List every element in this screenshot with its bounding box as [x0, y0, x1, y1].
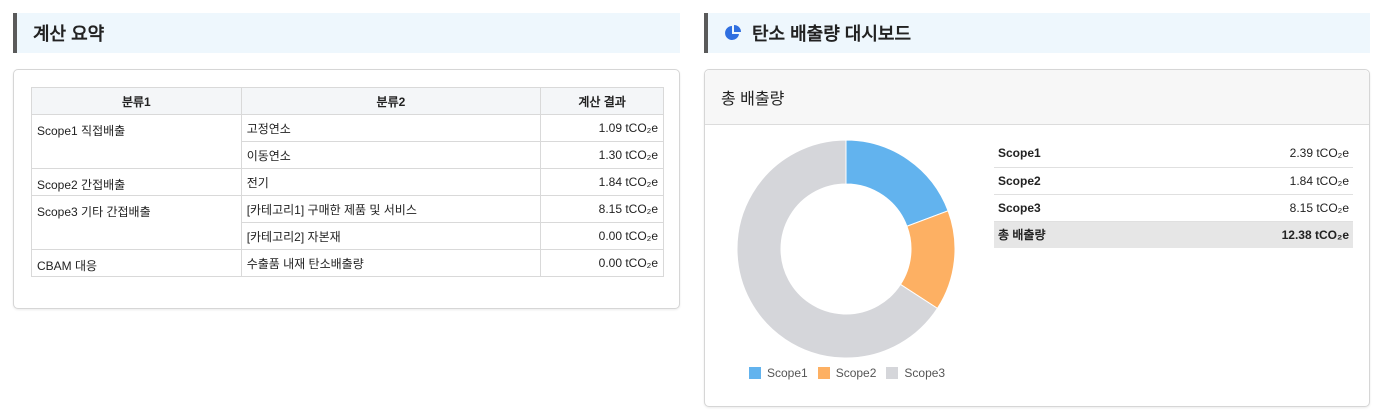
column-header-result: 계산 결과: [540, 87, 664, 115]
table-cell-cat2: 이동연소: [240, 141, 542, 169]
table-cell-cat1: CBAM 대응: [31, 249, 242, 277]
table-cell-result: 0.00 tCO₂e: [540, 249, 664, 277]
table-row: Scope3 기타 간접배출 [카테고리1] 구매한 제품 및 서비스 8.15…: [31, 195, 664, 223]
table-cell-result: 1.09 tCO₂e: [540, 114, 664, 142]
totals-row-grand-total: 총 배출량 12.38 tCO₂e: [994, 221, 1353, 248]
table-cell-cat2: 수출품 내재 탄소배출량: [240, 249, 542, 277]
table-cell-result: 1.30 tCO₂e: [540, 141, 664, 169]
card-header: 총 배출량: [705, 70, 1369, 125]
column-header-cat2: 분류2: [240, 87, 542, 115]
table-row: [카테고리2] 자본재 0.00 tCO₂e: [31, 222, 664, 250]
totals-row: Scope2 1.84 tCO₂e: [994, 167, 1353, 195]
table-row: Scope1 직접배출 고정연소 1.09 tCO₂e: [31, 114, 664, 142]
legend-item-scope2[interactable]: Scope2: [817, 366, 877, 380]
totals-table: Scope1 2.39 tCO₂e Scope2 1.84 tCO₂e Scop…: [994, 140, 1353, 248]
table-row: CBAM 대응 수출품 내재 탄소배출량 0.00 tCO₂e: [31, 249, 664, 277]
table-header-row: 분류1 분류2 계산 결과: [31, 87, 664, 115]
table-cell-cat2: 전기: [240, 168, 542, 196]
table-row: Scope2 간접배출 전기 1.84 tCO₂e: [31, 168, 664, 196]
table-cell-cat2: [카테고리2] 자본재: [240, 222, 542, 250]
card-title: 총 배출량: [721, 91, 785, 108]
totals-label: Scope2: [994, 167, 1147, 195]
summary-title: 계산 요약: [33, 24, 105, 44]
pie-chart-icon: [724, 24, 742, 42]
totals-row: Scope1 2.39 tCO₂e: [994, 140, 1353, 168]
legend-label: Scope1: [767, 366, 808, 380]
legend-swatch: [749, 367, 761, 379]
table-row: 이동연소 1.30 tCO₂e: [31, 141, 664, 169]
table-cell-cat1: Scope2 간접배출: [31, 168, 242, 196]
legend-item-scope1[interactable]: Scope1: [749, 366, 808, 380]
legend-label: Scope3: [904, 366, 946, 380]
table-cell-cat2: [카테고리1] 구매한 제품 및 서비스: [240, 195, 542, 223]
totals-value: 1.84 tCO₂e: [1146, 167, 1353, 195]
totals-value: 2.39 tCO₂e: [1146, 140, 1353, 168]
table-cell-cat1: Scope1 직접배출: [31, 114, 242, 142]
table-cell-cat1: [31, 141, 242, 169]
table-cell-cat1: Scope3 기타 간접배출: [31, 195, 242, 223]
totals-value: 8.15 tCO₂e: [1146, 194, 1353, 222]
totals-value: 12.38 tCO₂e: [1146, 221, 1353, 248]
dashboard-section-header: 탄소 배출량 대시보드: [704, 13, 1370, 53]
legend-swatch: [886, 367, 899, 379]
table-cell-result: 8.15 tCO₂e: [540, 195, 664, 223]
total-emissions-card: 총 배출량 Scope1 Scope2 Scope3 Scope1 2.39 t…: [704, 69, 1370, 407]
totals-row: Scope3 8.15 tCO₂e: [994, 194, 1353, 222]
column-header-cat1: 분류1: [31, 87, 242, 115]
donut-slice-scope1[interactable]: [845, 139, 949, 227]
table-cell-result: 1.84 tCO₂e: [540, 168, 664, 196]
summary-section-header: 계산 요약: [13, 13, 680, 53]
totals-label: 총 배출량: [994, 221, 1147, 248]
chart-legend: Scope1 Scope2 Scope3: [749, 366, 945, 380]
emissions-donut-chart: [736, 139, 956, 359]
table-cell-cat1: [31, 222, 242, 250]
totals-label: Scope3: [994, 194, 1147, 222]
legend-item-scope3[interactable]: Scope3: [886, 366, 945, 380]
legend-label: Scope2: [835, 366, 877, 380]
table-cell-result: 0.00 tCO₂e: [540, 222, 664, 250]
table-cell-cat2: 고정연소: [240, 114, 542, 142]
totals-label: Scope1: [994, 140, 1147, 168]
dashboard-title: 탄소 배출량 대시보드: [752, 24, 912, 44]
summary-table: 분류1 분류2 계산 결과 Scope1 직접배출 고정연소 1.09 tCO₂…: [31, 87, 664, 277]
legend-swatch: [817, 367, 830, 379]
summary-card: 분류1 분류2 계산 결과 Scope1 직접배출 고정연소 1.09 tCO₂…: [13, 69, 680, 309]
